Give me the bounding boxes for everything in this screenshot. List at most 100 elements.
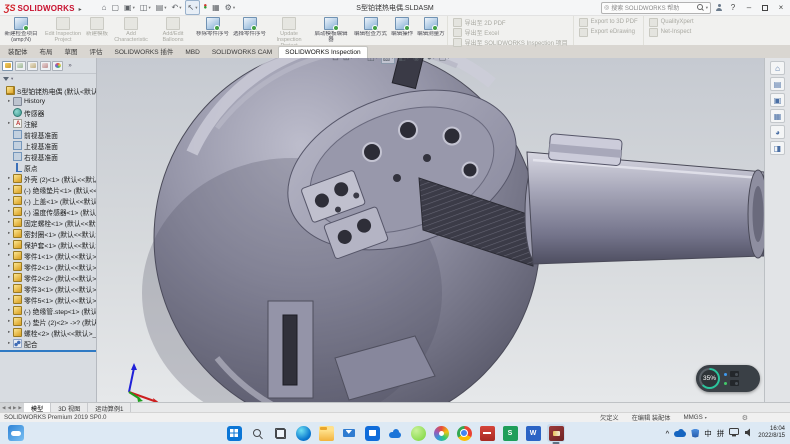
chrome-icon[interactable] xyxy=(455,424,473,442)
tab-solidworks-cam[interactable]: SOLIDWORKS CAM xyxy=(206,47,278,58)
model-3d-canvas[interactable] xyxy=(97,58,764,403)
tree-item-history[interactable]: ▸ History xyxy=(0,96,96,107)
view-palette-icon[interactable]: ▦ xyxy=(770,109,785,123)
edit-inspection-method-button[interactable]: 编辑检查方式 xyxy=(352,15,389,45)
tree-item-annotations[interactable]: ▸ 注解 xyxy=(0,118,96,129)
tree-item-part[interactable]: ▸ 零件2<1> (默认<<默认>_显示状态 xyxy=(0,261,96,272)
search-input[interactable]: ◎ 搜索 SOLIDWORKS 帮助 ▾ xyxy=(601,2,711,14)
tab-mbd[interactable]: MBD xyxy=(179,47,205,58)
scroll-first-icon[interactable]: ◀ xyxy=(2,405,5,411)
tab-assembly[interactable]: 装配体 xyxy=(2,44,34,58)
tree-item-part[interactable]: ▸ 固定螺栓<1> (默认<<默认>_显示状 xyxy=(0,217,96,228)
tree-filter[interactable]: ▾ xyxy=(0,74,96,84)
panel-overflow-icon[interactable]: » xyxy=(65,61,76,71)
help-button[interactable]: ? xyxy=(727,2,739,14)
minimize-button[interactable]: – xyxy=(743,2,755,14)
word-app-icon[interactable]: W xyxy=(524,424,542,442)
tree-item-part[interactable]: ▸ 外壳 (2)<1> (默认<<默认>_显示状态 xyxy=(0,173,96,184)
units-selector[interactable]: MMGS▾ xyxy=(683,414,706,421)
tab-solidworks-inspection[interactable]: SOLIDWORKS Inspection xyxy=(278,46,368,58)
tree-item-part[interactable]: ▸ (-) 垫片 (2)<2> ->? (默认<<默认>_ xyxy=(0,316,96,327)
new-inspection-project-button[interactable]: 新建检查项目 (amp;N) xyxy=(0,15,42,45)
tab-sketch[interactable]: 草图 xyxy=(59,44,84,58)
edge-icon[interactable] xyxy=(294,424,312,442)
start-button[interactable] xyxy=(225,424,243,442)
tree-root-assembly[interactable]: ▸ S型铂铑热电偶 (默认<默认_显示状态-1>) xyxy=(0,85,96,96)
restore-button[interactable] xyxy=(759,2,771,14)
update-inspection-project-button[interactable]: Update Inspection Project xyxy=(268,15,310,45)
tree-rollback-bar[interactable] xyxy=(0,350,96,352)
new-file-button[interactable]: ▢ xyxy=(109,1,121,14)
open-button[interactable]: ▣ xyxy=(122,1,137,14)
onedrive-tray-icon[interactable] xyxy=(674,429,686,438)
appearances-scenes-icon[interactable]: ◕ xyxy=(770,125,785,139)
featuremanager-tab-icon[interactable] xyxy=(2,61,13,71)
taskbar-clock[interactable]: 16:04 2022/8/15 xyxy=(758,426,785,440)
edit-operation-button[interactable]: 编辑操作 xyxy=(389,15,415,45)
home-button[interactable]: ⌂ xyxy=(100,1,109,14)
dimxpertmanager-tab-icon[interactable] xyxy=(40,61,51,71)
edit-inspection-project-button[interactable]: Edit Inspection Project xyxy=(42,15,84,45)
design-library-icon[interactable]: ▤ xyxy=(770,77,785,91)
spreadsheet-app-icon[interactable]: S xyxy=(501,424,519,442)
configurationmanager-tab-icon[interactable] xyxy=(27,61,38,71)
green-app-icon[interactable] xyxy=(409,424,427,442)
tree-item-part[interactable]: ▸ (-) 温度传感器<1> (默认<<默认>_显 xyxy=(0,206,96,217)
ime-scheme-indicator[interactable]: 拼 xyxy=(717,428,725,439)
tab-layout[interactable]: 布局 xyxy=(34,44,59,58)
tree-item-part[interactable]: ▸ 零件2<2> (默认<<默认>_显示状态 xyxy=(0,272,96,283)
speaker-icon[interactable] xyxy=(744,428,753,439)
tree-item-origin[interactable]: ▸ 原点 xyxy=(0,162,96,173)
export-2d-pdf-button[interactable]: 导出至 2D PDF xyxy=(453,18,568,26)
recorder-mic-icon[interactable] xyxy=(730,380,739,386)
search-dropdown-icon[interactable]: ▾ xyxy=(706,5,708,11)
security-shield-icon[interactable] xyxy=(691,429,699,438)
qualityxpert-button[interactable]: QualityXpert xyxy=(649,18,694,26)
tray-expand-icon[interactable]: ^ xyxy=(666,430,670,437)
tab-evaluate[interactable]: 评估 xyxy=(84,44,109,58)
display-settings-button[interactable]: ▦ xyxy=(210,1,222,14)
custom-properties-icon[interactable]: ◨ xyxy=(770,141,785,155)
widgets-icon[interactable] xyxy=(8,425,24,441)
tree-item-sensors[interactable]: ▸ 传感器 xyxy=(0,107,96,118)
login-icon[interactable] xyxy=(715,4,723,12)
graphics-viewport[interactable] xyxy=(97,58,764,403)
rebuild-button[interactable]: ● xyxy=(201,1,209,14)
monitor-tray-icon[interactable] xyxy=(729,428,739,439)
recorder-camera-icon[interactable] xyxy=(730,371,739,377)
photos-icon[interactable] xyxy=(432,424,450,442)
ime-language-indicator[interactable]: 中 xyxy=(704,428,712,439)
tree-item-part[interactable]: ▸ (-) 绝缘管.step<1> (默认<<默认>_ xyxy=(0,305,96,316)
mail-icon[interactable] xyxy=(340,424,358,442)
tree-item-front-plane[interactable]: ▸ 前视基准面 xyxy=(0,129,96,140)
tree-item-top-plane[interactable]: ▸ 上视基准面 xyxy=(0,140,96,151)
new-template-button[interactable]: 新建模板 xyxy=(84,15,110,45)
tree-item-part[interactable]: ▸ 零件3<1> (默认<<默认>_显示状态 xyxy=(0,283,96,294)
scroll-next-icon[interactable]: ▶ xyxy=(13,405,16,411)
remove-balloon-button[interactable]: 移除零件序号 xyxy=(194,15,231,45)
search-button[interactable] xyxy=(248,424,266,442)
add-characteristic-button[interactable]: Add Characteristic xyxy=(110,15,152,45)
onedrive-app-icon[interactable] xyxy=(386,424,404,442)
menu-flyout-icon[interactable]: ▸ xyxy=(79,6,82,13)
displaymanager-tab-icon[interactable] xyxy=(52,61,63,71)
solidworks-app-icon[interactable] xyxy=(547,424,565,442)
select-tool-button[interactable]: ↖ xyxy=(185,0,201,15)
file-explorer-taskbar-icon[interactable] xyxy=(317,424,335,442)
close-button[interactable]: × xyxy=(775,2,787,14)
status-settings-icon[interactable]: ⚙ xyxy=(742,414,748,422)
launch-template-editor-button[interactable]: 启动模板编辑器 xyxy=(310,15,352,45)
net-inspect-button[interactable]: Net-Inspect xyxy=(649,28,694,36)
select-balloon-button[interactable]: 选择零件序号 xyxy=(231,15,268,45)
red-app-icon[interactable] xyxy=(478,424,496,442)
tree-item-part[interactable]: ▸ 零件5<1> (默认<<默认>_显示状态 xyxy=(0,294,96,305)
tab-solidworks-addins[interactable]: SOLIDWORKS 插件 xyxy=(109,44,180,58)
solidworks-resources-icon[interactable]: ⌂ xyxy=(770,61,785,75)
save-button[interactable]: ◫ xyxy=(138,1,153,14)
export-edrawing-button[interactable]: Export eDrawing xyxy=(579,28,638,36)
tree-item-right-plane[interactable]: ▸ 右视基准面 xyxy=(0,151,96,162)
store-icon[interactable] xyxy=(363,424,381,442)
print-button[interactable]: ▤ xyxy=(154,1,169,14)
export-excel-button[interactable]: 导出至 Excel xyxy=(453,28,568,36)
scroll-last-icon[interactable]: ▶ xyxy=(18,405,21,411)
